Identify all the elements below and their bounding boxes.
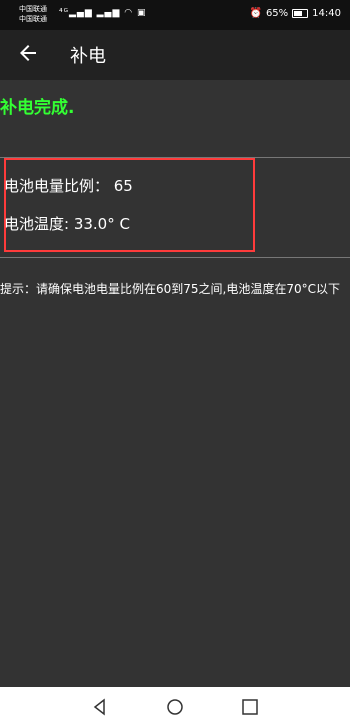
wifi-icon: ◠ xyxy=(124,8,134,18)
alarm-icon: ⏰ xyxy=(249,8,262,19)
carrier-2: 中国联通 xyxy=(19,15,47,23)
battery-temp-text: 电池温度: 33.0° C xyxy=(4,215,130,233)
battery-percent: 65% xyxy=(265,8,289,19)
status-bar: 中国联通 中国联通 ⁴ᴳ▂▄▆ ▂▄▆ ◠ ▣ ⏰ 65% 14:40 xyxy=(0,0,350,30)
status-left-icons: ⁴ᴳ▂▄▆ ▂▄▆ ◠ ▣ xyxy=(59,8,147,18)
navigation-bar xyxy=(0,687,350,727)
battery-fill xyxy=(294,11,302,16)
tip-text: 提示：请确保电池电量比例在60到75之间,电池温度在70°C以下 xyxy=(0,282,341,296)
complete-message: 补电完成. xyxy=(0,98,75,118)
nav-back-icon[interactable] xyxy=(91,698,109,716)
carrier-labels: 中国联通 中国联通 xyxy=(19,4,47,24)
signal-icon: ▂▄▆ xyxy=(96,8,121,18)
signal-4g-icon: ⁴ᴳ▂▄▆ xyxy=(59,8,93,18)
back-arrow-icon[interactable] xyxy=(16,41,40,65)
status-right: ⏰ 65% 14:40 xyxy=(249,8,341,19)
page-title: 补电 xyxy=(70,46,106,67)
message-icon: ▣ xyxy=(137,8,147,18)
battery-ratio-text: 电池电量比例： 65 xyxy=(4,177,133,195)
toolbar: 补电 xyxy=(0,30,350,80)
highlight-box xyxy=(4,158,255,252)
divider-bottom xyxy=(0,257,350,258)
nav-recent-icon[interactable] xyxy=(241,698,259,716)
time: 14:40 xyxy=(312,8,341,19)
nav-home-icon[interactable] xyxy=(166,698,184,716)
carrier-1: 中国联通 xyxy=(19,5,47,13)
battery-icon xyxy=(292,9,309,18)
